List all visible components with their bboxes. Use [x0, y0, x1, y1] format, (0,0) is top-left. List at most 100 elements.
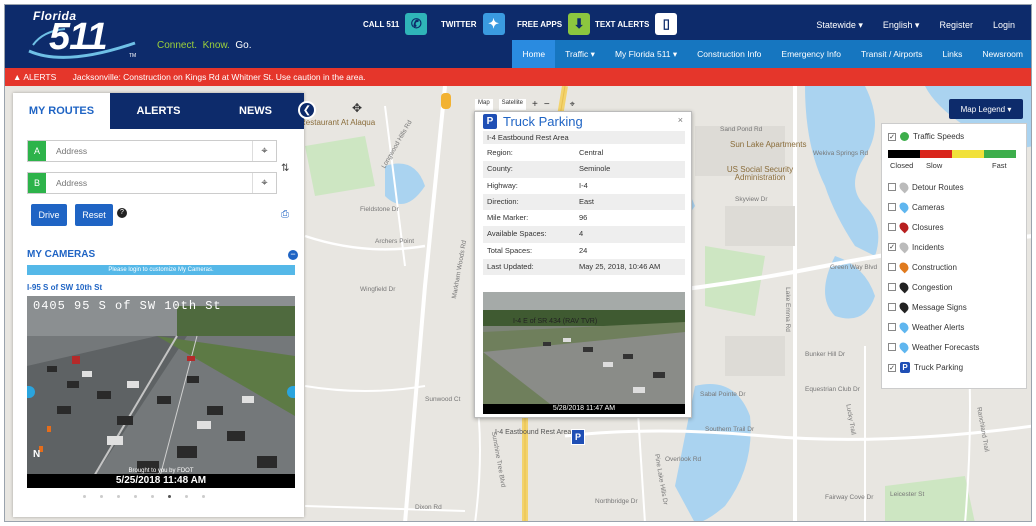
tab-my-routes[interactable]: MY ROUTES — [13, 93, 110, 129]
traffic-speed-icon — [900, 132, 909, 141]
nav-traffic[interactable]: Traffic ▾ — [555, 40, 605, 68]
pager-dot[interactable] — [100, 495, 103, 498]
nav-links[interactable]: Links — [933, 40, 973, 68]
call-511-link[interactable]: CALL 511 ✆ — [363, 13, 428, 35]
camera-image[interactable]: 0405 95 S of SW 10th St N Brought to you… — [27, 296, 295, 488]
checkbox[interactable] — [888, 183, 896, 191]
checkbox[interactable] — [888, 223, 896, 231]
login-note[interactable]: Please login to customize My Cameras. — [27, 265, 295, 275]
pager-dot-active[interactable] — [168, 495, 171, 498]
checkbox[interactable]: ✓ — [888, 132, 896, 141]
camera-next-arrow[interactable] — [287, 386, 295, 398]
statewide-dropdown[interactable]: Statewide ▾ — [816, 20, 863, 31]
close-icon[interactable]: × — [678, 115, 683, 125]
detail-value: May 25, 2018, 10:46 AM — [579, 262, 661, 272]
checkbox[interactable]: ✓ — [888, 243, 896, 251]
checkbox[interactable] — [888, 263, 896, 271]
truck-parking-marker[interactable]: P — [571, 429, 585, 445]
pager-dot[interactable] — [134, 495, 137, 498]
popup-camera-image[interactable]: I-4 E of SR 434 (RAV TVR) 5/28/2018 11:4… — [483, 292, 685, 414]
detail-row: Mile Marker: 96 — [483, 210, 685, 226]
move-cursor-icon: ✥ — [352, 101, 363, 115]
checkbox[interactable] — [888, 323, 896, 331]
truck-parking-icon: P — [900, 362, 910, 373]
nav-transit-airports[interactable]: Transit / Airports — [851, 40, 933, 68]
address-a-field: A ⌖ — [27, 140, 277, 162]
language-dropdown[interactable]: English ▾ — [883, 20, 920, 31]
legend-item-weather-alerts[interactable]: Weather Alerts — [888, 320, 964, 334]
help-icon[interactable]: ? — [117, 208, 127, 218]
side-panel: MY ROUTES ALERTS NEWS ❮ A ⌖ B ⌖ ⇅ Drive … — [13, 93, 316, 517]
login-link[interactable]: Login — [993, 20, 1015, 31]
legend-item-cameras[interactable]: Cameras — [888, 200, 944, 214]
legend-item-construction[interactable]: Construction — [888, 260, 957, 274]
locate-icon[interactable]: ⌖ — [570, 99, 575, 110]
text-alerts-label: TEXT ALERTS — [595, 19, 650, 29]
nav-my-florida-511[interactable]: My Florida 511 ▾ — [605, 40, 687, 68]
tab-alerts[interactable]: ALERTS — [110, 93, 207, 129]
legend-traffic-speeds[interactable]: ✓ Traffic Speeds — [888, 132, 964, 141]
pager-dot[interactable] — [83, 495, 86, 498]
poi-label: Restaurant At Alaqua — [300, 118, 376, 127]
swap-addresses-icon[interactable]: ⇅ — [281, 163, 289, 174]
checkbox[interactable] — [888, 303, 896, 311]
text-alerts-link[interactable]: TEXT ALERTS ▯ — [595, 13, 678, 35]
zoom-out-button[interactable]: − — [544, 99, 550, 110]
zoom-in-button[interactable]: + — [532, 99, 538, 110]
pager-dot[interactable] — [117, 495, 120, 498]
legend-item-detour-routes[interactable]: Detour Routes — [888, 180, 964, 194]
street-label: Skyview Dr — [735, 196, 768, 203]
legend-label: Traffic Speeds — [913, 132, 965, 141]
drive-button[interactable]: Drive — [31, 204, 67, 226]
legend-item-incidents[interactable]: ✓ Incidents — [888, 240, 944, 254]
detail-value: Seminole — [579, 164, 611, 174]
pager-dot[interactable] — [151, 495, 154, 498]
alert-bar[interactable]: ▲ ALERTS Jacksonville: Construction on K… — [5, 68, 1031, 86]
map-type-map[interactable]: Map — [475, 99, 493, 110]
checkbox[interactable]: ✓ — [888, 363, 896, 372]
checkbox[interactable] — [888, 283, 896, 291]
alert-message: Jacksonville: Construction on Kings Rd a… — [72, 72, 366, 82]
pager-dot[interactable] — [185, 495, 188, 498]
checkbox[interactable] — [888, 343, 896, 351]
pager-dot[interactable] — [202, 495, 205, 498]
collapse-cameras-icon[interactable]: − — [288, 250, 298, 260]
nav-home[interactable]: Home — [512, 40, 556, 68]
checkbox[interactable] — [888, 203, 896, 211]
nav-construction-info[interactable]: Construction Info — [687, 40, 771, 68]
map-legend-button[interactable]: Map Legend ▾ — [949, 99, 1023, 119]
street-label: Sabal Pointe Dr — [700, 391, 746, 398]
poi-label: US Social Security Administration — [726, 165, 794, 182]
free-apps-label: FREE APPS — [517, 19, 563, 29]
legend-item-truck-parking[interactable]: ✓ P Truck Parking — [888, 362, 963, 373]
legend-item-weather-forecasts[interactable]: Weather Forecasts — [888, 340, 979, 354]
address-a-input[interactable] — [46, 141, 252, 161]
detail-value: Central — [579, 148, 604, 157]
nav-emergency-info[interactable]: Emergency Info — [771, 40, 851, 68]
legend-item-closures[interactable]: Closures — [888, 220, 944, 234]
address-b-input[interactable] — [46, 173, 252, 193]
register-link[interactable]: Register — [939, 20, 973, 31]
detail-key: Direction: — [487, 196, 519, 206]
reset-button[interactable]: Reset — [75, 204, 113, 226]
street-label: Wingfield Dr — [360, 286, 396, 293]
legend-item-message-signs[interactable]: Message Signs — [888, 300, 967, 314]
tab-news[interactable]: NEWS — [207, 93, 304, 129]
print-icon[interactable]: ⎙ — [281, 209, 289, 220]
nav-newsroom[interactable]: Newsroom — [972, 40, 1031, 68]
map-type-satellite[interactable]: Satellite — [498, 99, 527, 110]
rest-area-label: I-4 Eastbound Rest Area — [495, 429, 572, 436]
twitter-link[interactable]: TWITTER ✦ — [441, 13, 505, 35]
speed-color-slow — [920, 150, 952, 158]
collapse-panel-button[interactable]: ❮ — [298, 101, 316, 119]
legend-item-congestion[interactable]: Congestion — [888, 280, 952, 294]
locate-icon[interactable]: ⌖ — [252, 173, 276, 193]
locate-icon[interactable]: ⌖ — [252, 141, 276, 161]
free-apps-link[interactable]: FREE APPS ⬇ — [517, 13, 591, 35]
pegman-icon[interactable] — [441, 93, 451, 109]
message-sign-pin-icon — [897, 300, 911, 314]
detail-row: Highway: I-4 — [483, 178, 685, 194]
legend-label: Construction — [912, 262, 957, 272]
florida-511-logo[interactable]: Florida 511 TM — [21, 9, 151, 63]
closure-pin-icon — [897, 220, 911, 234]
